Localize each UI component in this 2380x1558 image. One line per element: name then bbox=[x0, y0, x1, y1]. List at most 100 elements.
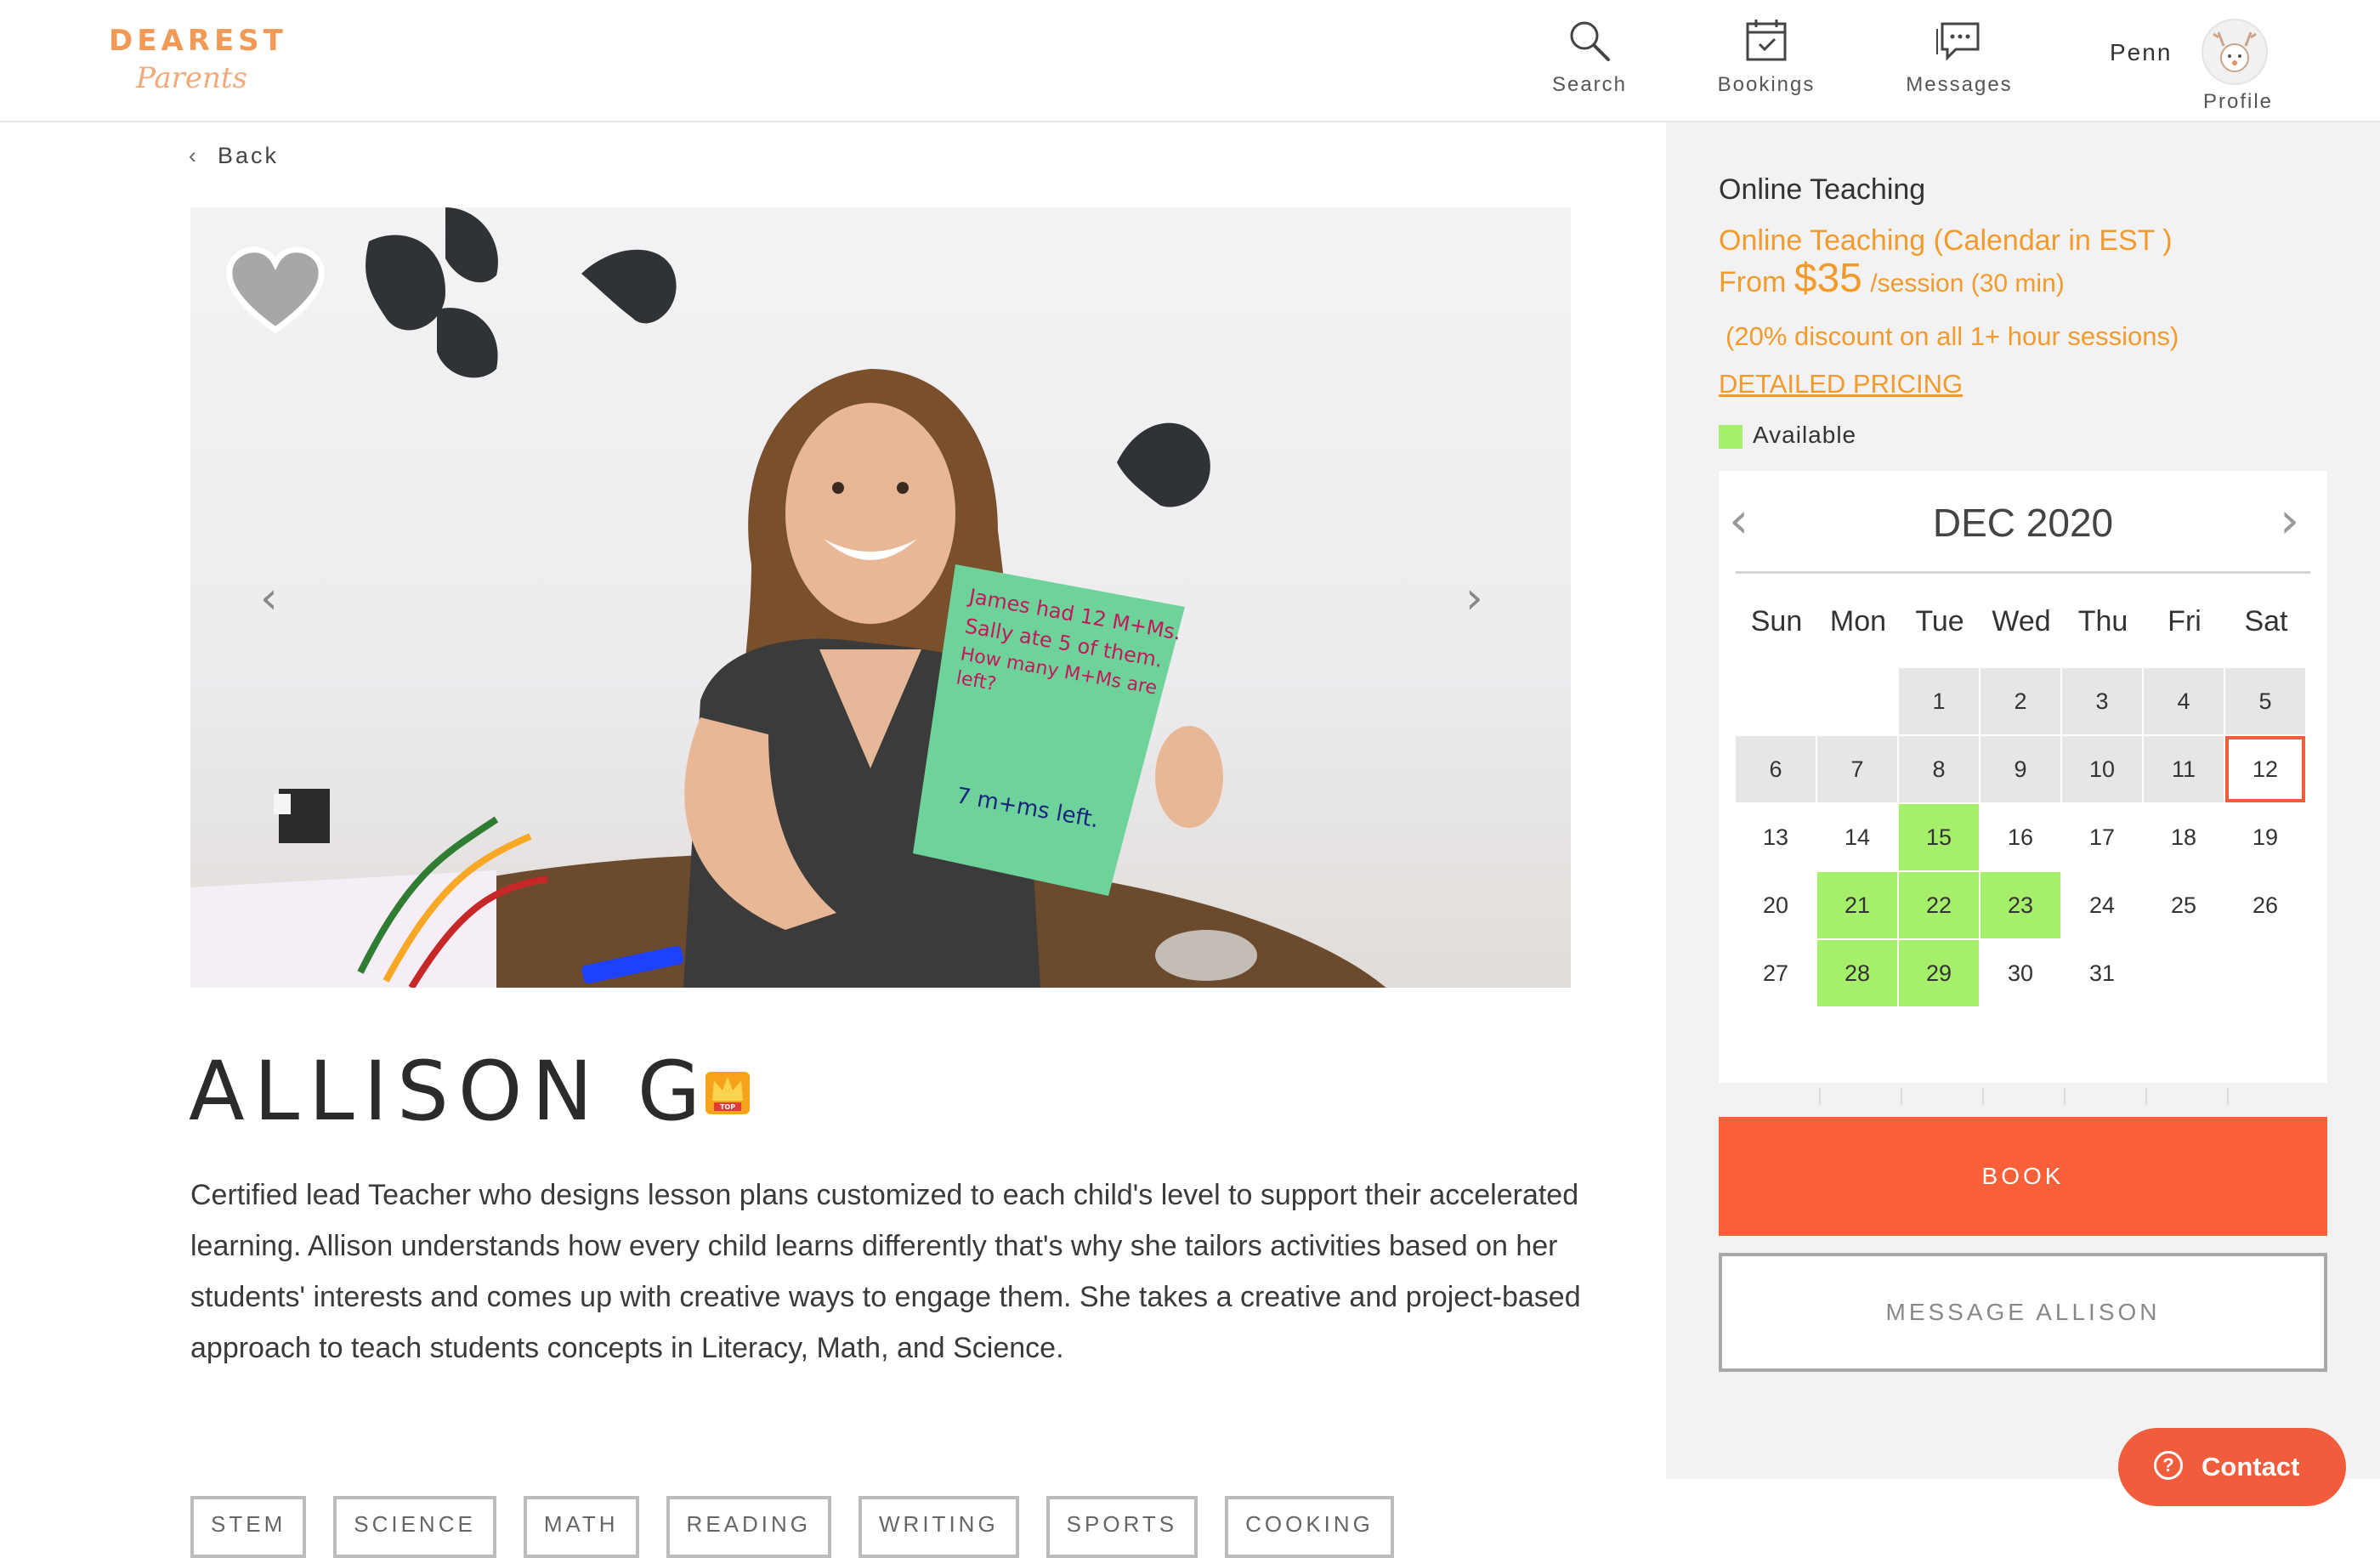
favorite-button[interactable] bbox=[223, 245, 328, 343]
calendar-day: 30 bbox=[2007, 960, 2034, 986]
calendar-day-available[interactable]: 28 bbox=[1817, 940, 1897, 1006]
tag-reading[interactable]: READING bbox=[666, 1496, 832, 1558]
message-teacher-button[interactable]: MESSAGE ALLISON bbox=[1719, 1253, 2327, 1372]
nav-messages[interactable]: Messages bbox=[1902, 17, 2016, 97]
calendar-day: 25 bbox=[2170, 892, 2197, 918]
weekday-header: Tue bbox=[1915, 605, 1964, 637]
tag-math[interactable]: MATH bbox=[523, 1496, 639, 1558]
calendar-day: 19 bbox=[2252, 824, 2279, 850]
calendar-day-available[interactable]: 15 bbox=[1899, 804, 1979, 870]
calendar-month-label: DEC 2020 bbox=[1932, 501, 2114, 545]
top-header: DEAREST Parents Search Bookings Messages… bbox=[0, 0, 2380, 122]
calendar-footer-ticks bbox=[1719, 1083, 2327, 1107]
detailed-pricing-link[interactable]: DETAILED PRICING bbox=[1719, 369, 1963, 399]
question-icon: ? bbox=[2154, 1451, 2183, 1480]
calendar-day: 17 bbox=[2088, 824, 2116, 850]
weekday-header: Wed bbox=[1992, 605, 2051, 637]
chevron-left-icon: ‹ bbox=[189, 143, 199, 168]
brand-logo[interactable]: DEAREST Parents bbox=[109, 24, 287, 95]
nav-profile-label[interactable]: Profile bbox=[2203, 90, 2273, 114]
chat-bubble-icon bbox=[1936, 22, 1980, 61]
badge-text: TOP bbox=[720, 1103, 735, 1111]
calendar-day-available[interactable]: 21 bbox=[1817, 872, 1897, 938]
teacher-photo-carousel[interactable]: James had 12 M+Ms. Sally ate 5 of them. … bbox=[190, 207, 1571, 988]
heart-icon bbox=[226, 246, 325, 334]
nav-search[interactable]: Search bbox=[1545, 17, 1634, 97]
calendar-day: 18 bbox=[2170, 824, 2197, 850]
calendar-day: 6 bbox=[1736, 736, 1816, 802]
crown-icon: TOP bbox=[706, 1072, 750, 1114]
chevron-left-icon: ‹ bbox=[260, 573, 278, 624]
search-icon bbox=[1570, 21, 1610, 61]
price-from-label: From bbox=[1719, 266, 1787, 298]
weekday-header: Thu bbox=[2077, 605, 2128, 637]
nav-bookings-label: Bookings bbox=[1717, 73, 1816, 96]
back-link[interactable]: ‹ Back bbox=[189, 143, 279, 169]
calendar-day: 16 bbox=[2007, 824, 2034, 850]
calendar-day: 5 bbox=[2225, 668, 2305, 734]
tag-science[interactable]: SCIENCE bbox=[333, 1496, 496, 1558]
calendar-day: 2 bbox=[1980, 668, 2060, 734]
calendar-day: 26 bbox=[2252, 892, 2279, 918]
booking-section-title: Online Teaching bbox=[1719, 173, 1926, 206]
user-name: Penn bbox=[2110, 39, 2173, 65]
book-button[interactable]: BOOK bbox=[1719, 1117, 2327, 1236]
chevron-right-icon: › bbox=[1465, 573, 1483, 624]
subject-tags: STEM SCIENCE MATH READING WRITING SPORTS… bbox=[190, 1496, 1394, 1558]
discount-note: (20% discount on all 1+ hour sessions) bbox=[1726, 321, 2179, 351]
weekday-header: Sat bbox=[2244, 605, 2288, 637]
calendar-day-available[interactable]: 23 bbox=[1980, 872, 2060, 938]
teacher-photo: James had 12 M+Ms. Sally ate 5 of them. … bbox=[190, 207, 1386, 988]
calendar-day: 14 bbox=[1844, 824, 1871, 850]
contact-button[interactable]: ? Contact bbox=[2118, 1428, 2346, 1506]
tag-sports[interactable]: SPORTS bbox=[1046, 1496, 1198, 1558]
calendar-day: 1 bbox=[1899, 668, 1979, 734]
calendar-day: 11 bbox=[2144, 736, 2224, 802]
back-label: Back bbox=[218, 143, 280, 168]
calendar-next-month-button[interactable]: › bbox=[2280, 491, 2299, 549]
reindeer-avatar-icon bbox=[2213, 31, 2257, 72]
nav-search-label: Search bbox=[1551, 73, 1628, 96]
calendar-divider bbox=[1736, 571, 2310, 574]
teacher-bio: Certified lead Teacher who designs lesso… bbox=[190, 1179, 1581, 1364]
logo-wordmark: DEAREST bbox=[109, 24, 287, 58]
calendar-day: 8 bbox=[1899, 736, 1979, 802]
calendar-day: 24 bbox=[2088, 892, 2116, 918]
price-value: $35 bbox=[1794, 256, 1862, 301]
calendar-day: 7 bbox=[1817, 736, 1897, 802]
calendar-icon bbox=[1746, 20, 1787, 61]
carousel-next-button[interactable]: › bbox=[1465, 573, 1483, 624]
availability-calendar: ‹ DEC 2020 › Sun Mon Tue Wed Thu Fri Sat 1 2 3 4 5 6… bbox=[1719, 471, 2327, 1083]
nav-bookings[interactable]: Bookings bbox=[1714, 17, 1819, 97]
calendar-day: 3 bbox=[2062, 668, 2142, 734]
tag-writing[interactable]: WRITING bbox=[858, 1496, 1019, 1558]
chevron-right-icon: › bbox=[2280, 491, 2300, 549]
price-line: From $35 /session (30 min) bbox=[1719, 255, 2065, 302]
weekday-header: Mon bbox=[1829, 605, 1887, 637]
weekday-header: Sun bbox=[1750, 605, 1803, 637]
calendar-day: 20 bbox=[1762, 892, 1789, 918]
calendar-day: 13 bbox=[1762, 824, 1789, 850]
calendar-day-available[interactable]: 22 bbox=[1899, 872, 1979, 938]
price-unit: /session (30 min) bbox=[1870, 269, 2065, 297]
available-legend-swatch bbox=[1719, 425, 1742, 449]
calendar-day: 10 bbox=[2062, 736, 2142, 802]
calendar-day: 9 bbox=[1980, 736, 2060, 802]
teacher-name: ALLISON G bbox=[189, 1044, 711, 1139]
tag-cooking[interactable]: COOKING bbox=[1225, 1496, 1394, 1558]
calendar-day: 4 bbox=[2144, 668, 2224, 734]
contact-label: Contact bbox=[2202, 1452, 2300, 1482]
top-badge: TOP bbox=[704, 1067, 751, 1120]
nav-messages-label: Messages bbox=[1906, 73, 2013, 96]
weekday-header: Fri bbox=[2168, 605, 2202, 637]
logo-script: Parents bbox=[136, 61, 248, 95]
calendar-day-available[interactable]: 29 bbox=[1899, 940, 1979, 1006]
carousel-prev-button[interactable]: ‹ bbox=[260, 573, 278, 624]
tag-stem[interactable]: STEM bbox=[190, 1496, 307, 1558]
calendar-day: 31 bbox=[2088, 960, 2116, 986]
avatar[interactable] bbox=[2202, 19, 2268, 85]
calendar-day: 27 bbox=[1762, 960, 1789, 986]
booking-subtitle: Online Teaching (Calendar in EST ) bbox=[1719, 224, 2173, 257]
available-legend-label: Available bbox=[1753, 422, 1857, 448]
calendar-day-today: 12 bbox=[2225, 736, 2305, 802]
